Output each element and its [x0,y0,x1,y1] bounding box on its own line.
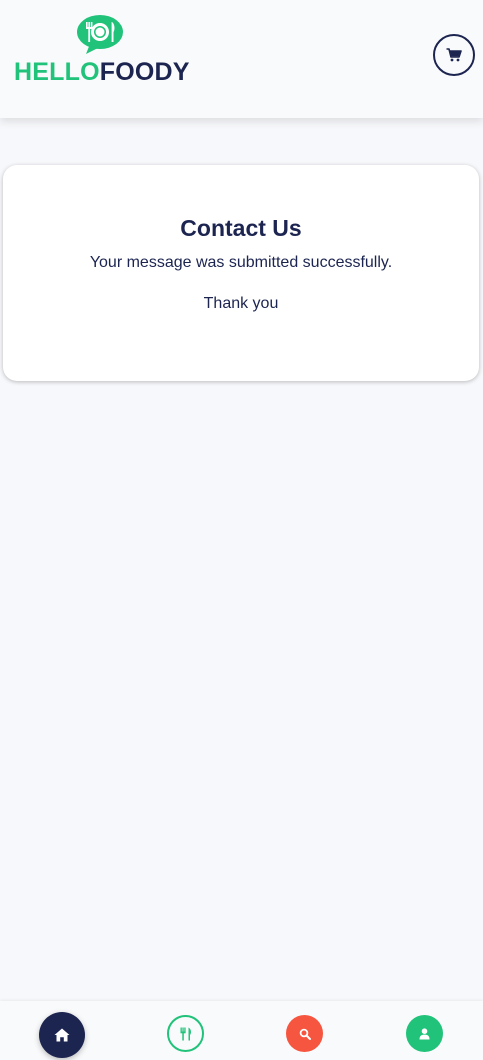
nav-search-button[interactable] [286,1015,323,1052]
nav-menu-button[interactable] [167,1015,204,1052]
utensils-icon [180,1027,192,1041]
search-icon [299,1028,311,1040]
app-header: HELLOFOODY [0,0,483,118]
user-icon [419,1027,430,1040]
bottom-navigation [0,1001,483,1060]
success-message: Your message was submitted successfully. [89,254,393,271]
plate-cutlery-speech-bubble-icon [76,14,126,54]
shopping-cart-icon [446,48,462,62]
brand-logo[interactable]: HELLOFOODY [14,12,199,92]
nav-profile-button[interactable] [406,1015,443,1052]
thank-you-text: Thank you [203,295,279,312]
brand-name-part2: FOODY [99,58,190,86]
nav-home-button[interactable] [39,1012,85,1058]
contact-confirmation-card: Contact Us Your message was submitted su… [3,165,479,381]
brand-name-part1: HELLO [14,58,100,86]
home-icon [54,1028,70,1042]
cart-button[interactable] [433,34,475,76]
brand-name: HELLOFOODY [14,60,190,85]
page-title: Contact Us [180,215,302,241]
